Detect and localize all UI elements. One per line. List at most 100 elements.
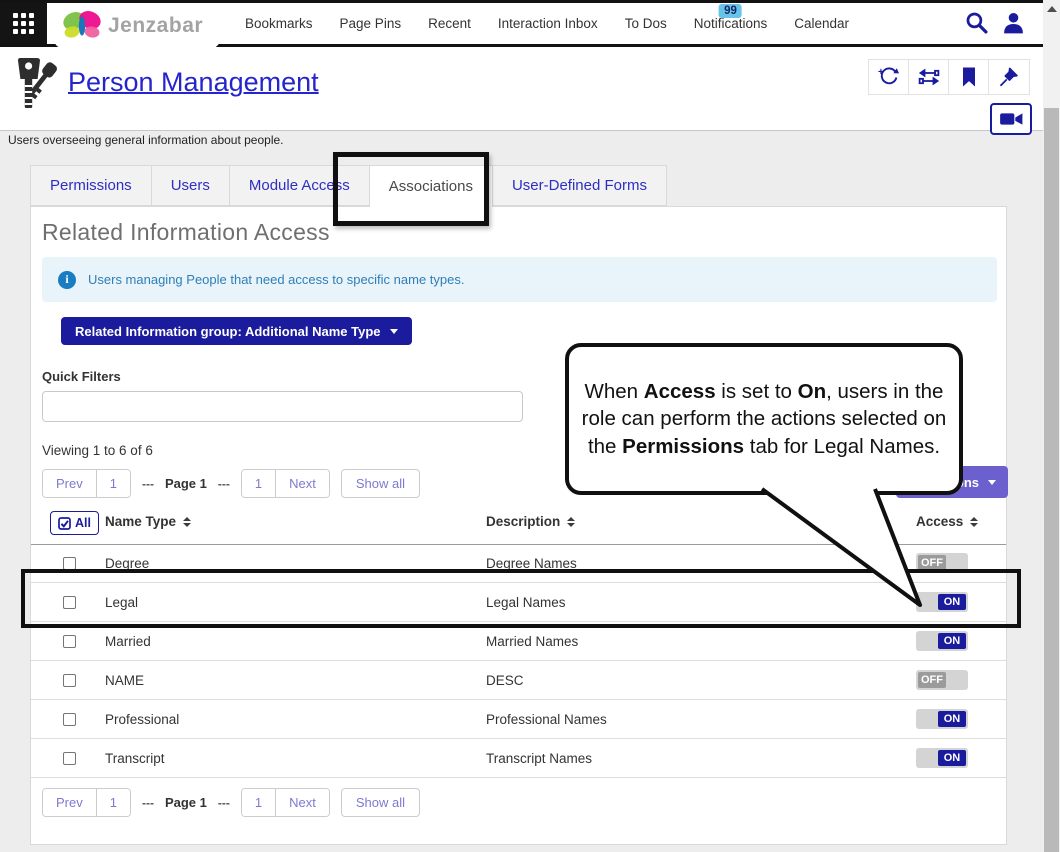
nav-item-to-dos[interactable]: To Dos — [625, 3, 667, 44]
access-toggle-label: OFF — [918, 555, 946, 571]
nav-item-label: Recent — [428, 16, 471, 31]
video-button[interactable] — [990, 103, 1032, 135]
access-toggle-label: ON — [938, 594, 966, 610]
video-camera-icon — [999, 110, 1024, 128]
info-banner-text: Users managing People that need access t… — [88, 272, 465, 287]
chevron-down-icon — [390, 329, 398, 334]
row-checkbox[interactable] — [63, 713, 76, 726]
info-icon: i — [58, 271, 76, 289]
pagination-top: Prev 1 --- Page 1 --- 1 Next Show all — [42, 469, 420, 498]
tab-associations[interactable]: Associations — [369, 165, 492, 207]
notifications-count-badge: 99 — [719, 4, 742, 18]
brand-name: Jenzabar — [108, 14, 203, 38]
user-menu-button[interactable] — [1002, 11, 1025, 40]
quick-filters-label: Quick Filters — [42, 369, 121, 384]
access-toggle[interactable]: OFF — [916, 670, 968, 690]
row-description: DESC — [486, 673, 524, 688]
select-all-check-icon — [58, 517, 71, 530]
page-number-button[interactable]: 1 — [242, 789, 275, 816]
nav-item-notifications[interactable]: 99Notifications — [694, 3, 768, 44]
row-name-type: Legal — [105, 595, 138, 610]
row-name-type: Married — [105, 634, 151, 649]
access-toggle-label: ON — [938, 711, 966, 727]
bookmark-button[interactable] — [949, 60, 989, 94]
access-toggle[interactable]: ON — [916, 631, 968, 651]
show-all-button[interactable]: Show all — [341, 469, 420, 498]
current-page-label: Page 1 — [165, 476, 207, 491]
pagination-ellipsis: --- — [218, 477, 230, 491]
tab-user-defined-forms[interactable]: User-Defined Forms — [492, 165, 667, 206]
access-toggle[interactable]: OFF — [916, 553, 968, 573]
tab-module-access[interactable]: Module Access — [229, 165, 369, 206]
access-toggle-label: ON — [938, 750, 966, 766]
pin-button[interactable] — [989, 60, 1029, 94]
access-toggle[interactable]: ON — [916, 709, 968, 729]
scrollbar-thumb[interactable] — [1044, 108, 1059, 852]
row-description: Transcript Names — [486, 751, 592, 766]
table-body: Degree Degree Names OFF Legal Legal Name… — [31, 544, 1006, 778]
row-description: Married Names — [486, 634, 578, 649]
table-row: Legal Legal Names ON — [31, 583, 1006, 622]
show-all-button[interactable]: Show all — [341, 788, 420, 817]
refresh-add-button[interactable]: + — [869, 60, 909, 94]
jenzabar-logo[interactable]: Jenzabar — [53, 3, 221, 49]
prev-button[interactable]: Prev — [43, 470, 96, 497]
row-name-type: Professional — [105, 712, 179, 727]
key-icon — [8, 55, 62, 113]
row-description: Legal Names — [486, 595, 566, 610]
row-checkbox[interactable] — [63, 674, 76, 687]
search-button[interactable] — [964, 10, 989, 40]
page-number-button[interactable]: 1 — [242, 470, 275, 497]
access-toggle[interactable]: ON — [916, 592, 968, 612]
nav-item-label: To Dos — [625, 16, 667, 31]
pagination-ellipsis: --- — [142, 796, 154, 810]
column-header-access[interactable]: Access — [916, 514, 978, 529]
prev-button[interactable]: Prev — [43, 789, 96, 816]
quick-filters-input[interactable] — [42, 391, 523, 422]
nav-item-label: Page Pins — [340, 16, 402, 31]
vertical-scrollbar[interactable] — [1043, 0, 1060, 852]
nav-item-bookmarks[interactable]: Bookmarks — [245, 3, 313, 44]
next-button[interactable]: Next — [275, 470, 329, 497]
row-checkbox[interactable] — [63, 557, 76, 570]
page-title-link[interactable]: Person Management — [68, 67, 319, 98]
butterfly-logo-icon — [61, 9, 103, 43]
access-toggle[interactable]: ON — [916, 748, 968, 768]
column-header-name-type[interactable]: Name Type — [105, 514, 191, 529]
app-grid-icon — [13, 13, 34, 34]
transfer-icon — [918, 66, 940, 88]
column-header-description[interactable]: Description — [486, 514, 575, 529]
page-number-button[interactable]: 1 — [96, 470, 130, 497]
transfer-button[interactable] — [909, 60, 949, 94]
viewing-count-text: Viewing 1 to 6 of 6 — [42, 443, 153, 458]
nav-item-label: Calendar — [794, 16, 849, 31]
nav-item-label: Bookmarks — [245, 16, 313, 31]
table-row: Transcript Transcript Names ON — [31, 739, 1006, 778]
scroll-up-arrow-icon[interactable] — [1047, 6, 1057, 12]
refresh-add-icon: + — [878, 66, 900, 88]
row-checkbox[interactable] — [63, 635, 76, 648]
row-description: Professional Names — [486, 712, 607, 727]
page-header: Person Management + — [0, 47, 1043, 130]
bookmark-icon — [959, 66, 979, 88]
nav-item-page-pins[interactable]: Page Pins — [340, 3, 402, 44]
current-page-label: Page 1 — [165, 795, 207, 810]
nav-item-label: Notifications — [694, 16, 768, 31]
nav-item-interaction-inbox[interactable]: Interaction Inbox — [498, 3, 598, 44]
nav-item-calendar[interactable]: Calendar — [794, 3, 849, 44]
page-number-button[interactable]: 1 — [96, 789, 130, 816]
row-name-type: Transcript — [105, 751, 165, 766]
next-button[interactable]: Next — [275, 789, 329, 816]
tab-permissions[interactable]: Permissions — [30, 165, 151, 206]
svg-text:+: + — [878, 67, 884, 78]
nav-item-recent[interactable]: Recent — [428, 3, 471, 44]
row-checkbox[interactable] — [63, 596, 76, 609]
table-row: Professional Professional Names ON — [31, 700, 1006, 739]
table-header: All Name Type Description Access — [31, 507, 1006, 544]
pagination-bottom: Prev 1 --- Page 1 --- 1 Next Show all — [42, 788, 420, 817]
app-launcher-button[interactable] — [0, 3, 47, 44]
row-checkbox[interactable] — [63, 752, 76, 765]
select-all-button[interactable]: All — [50, 511, 99, 535]
tab-users[interactable]: Users — [151, 165, 229, 206]
related-information-group-button[interactable]: Related Information group: Additional Na… — [61, 317, 412, 345]
